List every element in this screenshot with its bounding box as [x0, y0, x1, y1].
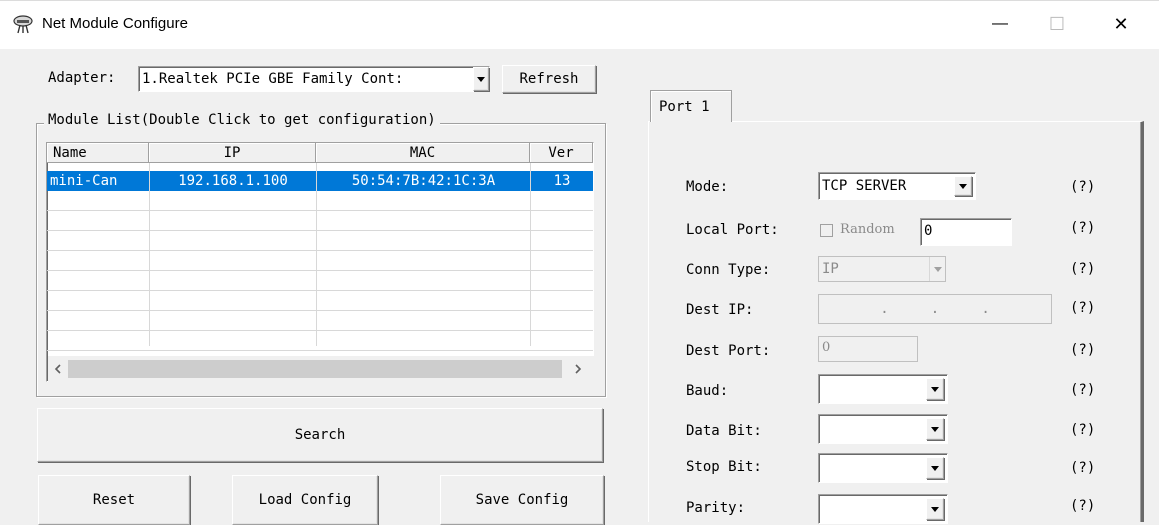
dest-port-input[interactable]: 0: [818, 336, 918, 362]
mode-help[interactable]: (?): [1070, 179, 1095, 195]
scrollbar-thumb[interactable]: [68, 360, 562, 378]
cell-name: mini-Can: [50, 173, 118, 189]
cell-ip: 192.168.1.100: [149, 171, 316, 191]
column-divider: [530, 163, 531, 346]
dest-port-help[interactable]: (?): [1070, 342, 1095, 358]
chevron-down-icon[interactable]: [926, 498, 944, 520]
table-row[interactable]: [47, 291, 593, 311]
dest-ip-input[interactable]: . . .: [818, 294, 1052, 324]
table-row[interactable]: [47, 251, 593, 271]
refresh-button[interactable]: Refresh: [502, 65, 596, 93]
random-label: Random: [840, 222, 895, 237]
table-row[interactable]: [47, 211, 593, 231]
mode-select[interactable]: TCP SERVER: [818, 172, 976, 200]
minimize-button[interactable]: —: [985, 11, 1015, 37]
module-list-title: Module List(Double Click to get configur…: [44, 112, 440, 128]
cell-ver: 13: [530, 171, 593, 191]
conn-type-label: Conn Type:: [686, 262, 771, 278]
tab-port-1[interactable]: Port 1: [650, 90, 732, 122]
column-divider: [149, 163, 150, 346]
chevron-down-icon[interactable]: [954, 176, 972, 196]
table-row[interactable]: mini-Can 192.168.1.100 50:54:7B:42:1C:3A…: [47, 171, 593, 191]
load-config-button[interactable]: Load Config: [232, 475, 378, 525]
dest-ip-help[interactable]: (?): [1070, 300, 1095, 316]
data-bit-select[interactable]: [818, 414, 948, 444]
maximize-button[interactable]: ☐: [1042, 11, 1072, 37]
table-row[interactable]: [47, 271, 593, 291]
close-button[interactable]: ✕: [1106, 11, 1136, 37]
baud-select[interactable]: [818, 374, 948, 404]
cell-mac: 50:54:7B:42:1C:3A: [316, 171, 530, 191]
table-row[interactable]: [47, 191, 593, 211]
stop-bit-label: Stop Bit:: [686, 459, 762, 475]
dest-port-label: Dest Port:: [686, 343, 771, 359]
baud-label: Baud:: [686, 383, 729, 399]
parity-select[interactable]: [818, 494, 948, 524]
data-bit-help[interactable]: (?): [1070, 422, 1095, 438]
stop-bit-select[interactable]: [818, 453, 948, 483]
parity-help[interactable]: (?): [1070, 498, 1095, 514]
horizontal-scrollbar[interactable]: [48, 356, 594, 382]
conn-type-value: IP: [822, 261, 839, 277]
scroll-left-icon[interactable]: [54, 364, 62, 374]
local-port-label: Local Port:: [686, 222, 779, 238]
local-port-input[interactable]: 0: [920, 218, 1012, 246]
chevron-down-icon: [929, 257, 945, 281]
column-header-name[interactable]: Name: [47, 143, 149, 163]
mode-value: TCP SERVER: [822, 178, 907, 194]
conn-type-select[interactable]: IP: [818, 256, 946, 282]
scroll-right-icon[interactable]: [574, 364, 582, 374]
baud-help[interactable]: (?): [1070, 382, 1095, 398]
stop-bit-help[interactable]: (?): [1070, 460, 1095, 476]
table-row[interactable]: [47, 231, 593, 251]
table-row[interactable]: [47, 311, 593, 331]
search-button[interactable]: Search: [37, 408, 603, 462]
adapter-select[interactable]: 1.Realtek PCIe GBE Family Cont:: [138, 66, 490, 92]
network-app-icon: [13, 15, 33, 34]
window-title: Net Module Configure: [42, 15, 188, 32]
random-checkbox[interactable]: [820, 224, 833, 237]
chevron-down-icon[interactable]: [926, 457, 944, 479]
chevron-down-icon[interactable]: [926, 418, 944, 440]
title-bar: Net Module Configure — ☐ ✕: [0, 0, 1159, 49]
mode-label: Mode:: [686, 179, 729, 195]
column-header-ver[interactable]: Ver: [530, 143, 593, 163]
chevron-down-icon[interactable]: [473, 67, 489, 91]
local-port-help[interactable]: (?): [1070, 220, 1095, 236]
reset-button[interactable]: Reset: [38, 475, 190, 525]
module-list[interactable]: Name IP MAC Ver mini-Can 192.168.1.100 5…: [46, 142, 594, 382]
dest-ip-dots: . . .: [880, 301, 990, 317]
dest-ip-label: Dest IP:: [686, 302, 754, 318]
adapter-label: Adapter:: [48, 70, 116, 86]
conn-type-help[interactable]: (?): [1070, 261, 1095, 277]
parity-label: Parity:: [686, 500, 746, 516]
data-bit-label: Data Bit:: [686, 423, 762, 439]
table-row[interactable]: [47, 331, 593, 351]
column-divider: [316, 163, 317, 346]
adapter-value: 1.Realtek PCIe GBE Family Cont:: [142, 71, 404, 87]
column-header-ip[interactable]: IP: [149, 143, 316, 163]
column-header-mac[interactable]: MAC: [316, 143, 530, 163]
chevron-down-icon[interactable]: [926, 378, 944, 400]
save-config-button[interactable]: Save Config: [440, 475, 604, 525]
